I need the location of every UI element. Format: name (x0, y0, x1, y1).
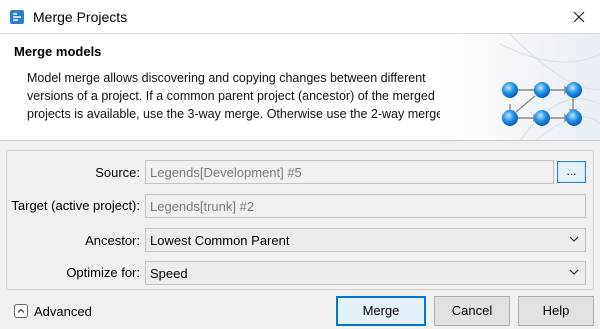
banner-description: Model merge allows discovering and copyi… (27, 71, 447, 121)
advanced-toggle[interactable]: Advanced (14, 303, 92, 319)
optimize-label: Optimize for: (66, 265, 140, 280)
window-title: Merge Projects (33, 9, 128, 25)
close-icon (573, 11, 585, 23)
title-bar: Merge Projects (0, 0, 600, 34)
close-button[interactable] (567, 5, 591, 29)
ancestor-label: Ancestor: (85, 233, 140, 248)
app-icon (10, 10, 24, 24)
source-field: Legends[Development] #5 (145, 160, 554, 184)
merge-button[interactable]: Merge (336, 296, 426, 326)
chevron-down-icon (569, 236, 579, 242)
cancel-button[interactable]: Cancel (434, 296, 510, 326)
optimize-select[interactable]: Speed (145, 261, 586, 285)
merge-graph-icon (440, 34, 600, 140)
banner-heading: Merge models (14, 44, 102, 59)
expand-icon (14, 304, 28, 318)
source-label: Source: (95, 165, 140, 180)
optimize-value: Speed (150, 266, 188, 281)
browse-source-button[interactable]: ... (557, 161, 586, 183)
target-field: Legends[trunk] #2 (145, 194, 586, 218)
chevron-down-icon (569, 269, 579, 275)
advanced-label: Advanced (34, 303, 92, 319)
help-button[interactable]: Help (518, 296, 594, 326)
ancestor-value: Lowest Common Parent (150, 233, 290, 248)
target-label: Target (active project): (11, 198, 140, 213)
ancestor-select[interactable]: Lowest Common Parent (145, 228, 586, 252)
header-banner: Merge models Model merge allows discover… (0, 34, 600, 141)
